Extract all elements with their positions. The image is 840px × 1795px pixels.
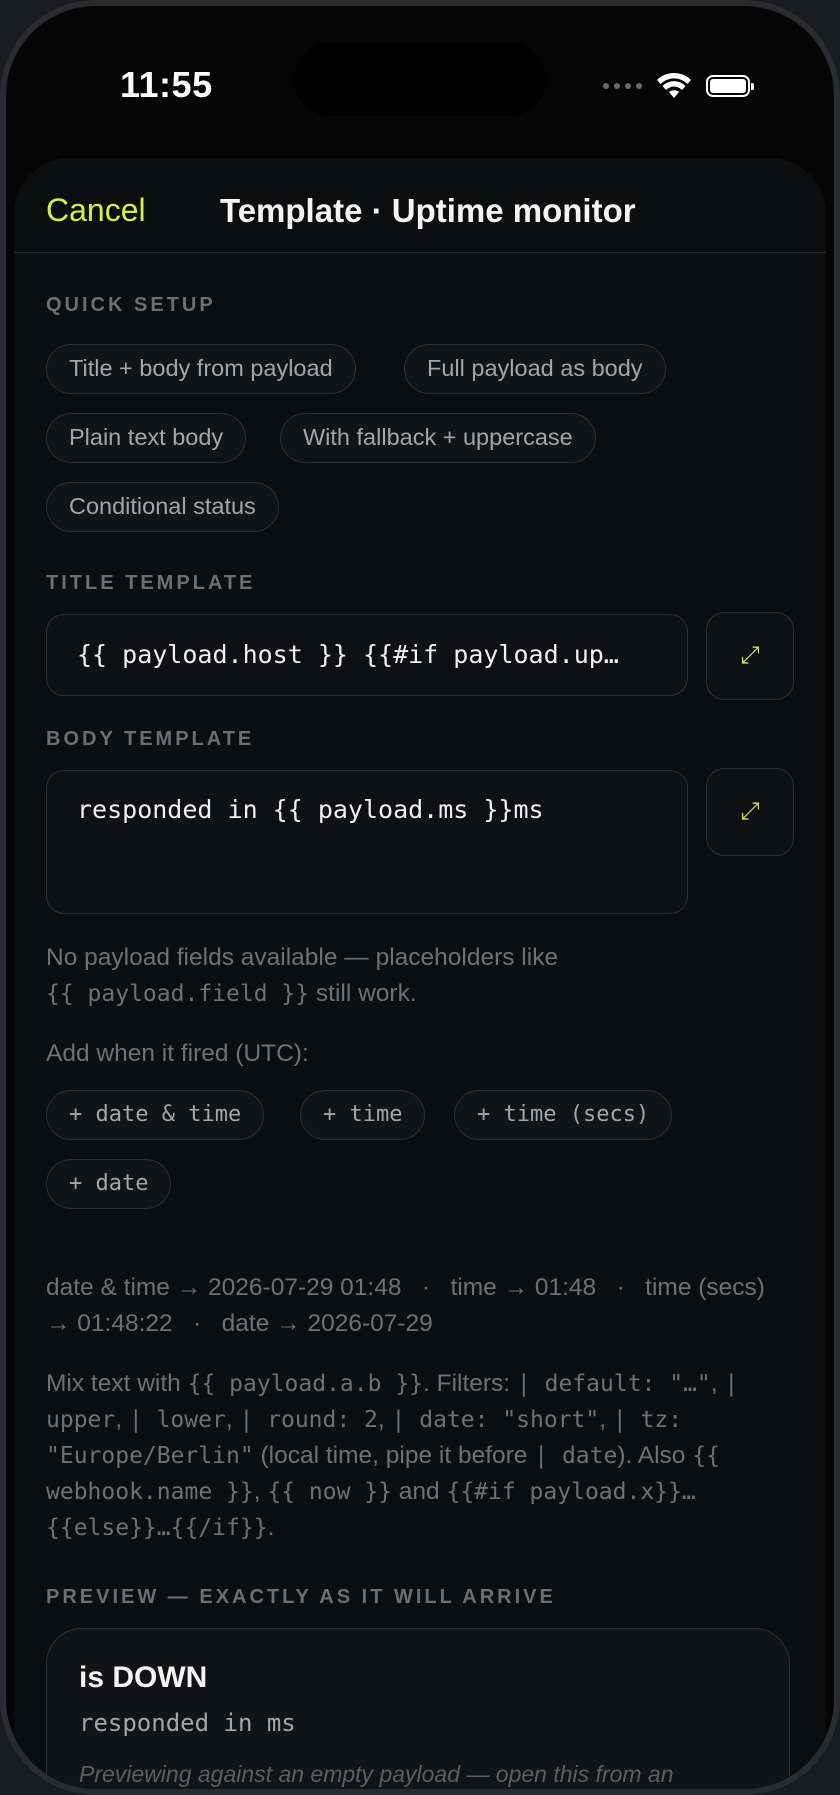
- body-template-input[interactable]: responded in {{ payload.ms }}ms: [46, 770, 688, 914]
- nav-bar: Cancel Template · Uptime monitor: [14, 158, 826, 253]
- dynamic-island: [294, 42, 546, 116]
- preview-card: is DOWN responded in ms Previewing again…: [46, 1628, 790, 1789]
- quick-setup-label: QUICK SETUP: [46, 294, 216, 316]
- title-template-input[interactable]: {{ payload.host }} {{#if payload.up…: [46, 614, 688, 696]
- status-bar: 11:55: [6, 6, 834, 156]
- no-payload-fields-note: No payload fields available — placeholde…: [46, 940, 786, 1012]
- status-icons: [603, 70, 754, 102]
- body-template-label: BODY TEMPLATE: [46, 728, 255, 750]
- cellular-signal-icon: [603, 83, 642, 89]
- expand-icon: ⤢: [740, 642, 760, 669]
- expand-body-button[interactable]: ⤢: [706, 768, 794, 856]
- template-sheet: Cancel Template · Uptime monitor QUICK S…: [14, 158, 826, 1789]
- battery-icon: [706, 75, 754, 97]
- note-code: {{ payload.field }}: [46, 981, 310, 1007]
- chip-time[interactable]: + time: [300, 1090, 426, 1140]
- note-suffix: still work.: [309, 980, 417, 1007]
- chip-plain-text-body[interactable]: Plain text body: [46, 413, 247, 463]
- wifi-icon: [657, 72, 691, 98]
- expand-title-button[interactable]: ⤢: [706, 612, 794, 700]
- preview-body: responded in ms: [79, 1709, 296, 1737]
- chip-full-payload-as-body[interactable]: Full payload as body: [404, 344, 666, 394]
- chip-time-secs[interactable]: + time (secs): [454, 1090, 673, 1140]
- expand-icon: ⤢: [740, 798, 760, 825]
- timestamp-examples: date & time → 2026-07-29 01:48 · time → …: [46, 1274, 772, 1337]
- filters-help: Mix text with {{ payload.a.b }}. Filters…: [46, 1370, 739, 1541]
- screen: 11:55 Cancel Template · Uptime monitor Q…: [6, 6, 834, 1789]
- page-title: Template · Uptime monitor: [220, 192, 636, 229]
- add-timestamp-label: Add when it fired (UTC):: [46, 1040, 309, 1067]
- preview-title: is DOWN: [79, 1661, 208, 1694]
- preview-note: Previewing against an empty payload — op…: [79, 1761, 674, 1787]
- phone-frame: 11:55 Cancel Template · Uptime monitor Q…: [0, 0, 840, 1795]
- chip-with-fallback-uppercase[interactable]: With fallback + uppercase: [280, 413, 596, 463]
- chip-date[interactable]: + date: [46, 1159, 172, 1209]
- title-template-label: TITLE TEMPLATE: [46, 572, 256, 594]
- cancel-button[interactable]: Cancel: [46, 192, 146, 229]
- chip-title-body-from-payload[interactable]: Title + body from payload: [46, 344, 356, 394]
- note-text: No payload fields available — placeholde…: [46, 944, 559, 971]
- status-time: 11:55: [120, 64, 213, 105]
- chip-conditional-status[interactable]: Conditional status: [46, 482, 279, 532]
- preview-label: PREVIEW — EXACTLY AS IT WILL ARRIVE: [46, 1586, 556, 1608]
- chip-date-time[interactable]: + date & time: [46, 1090, 265, 1140]
